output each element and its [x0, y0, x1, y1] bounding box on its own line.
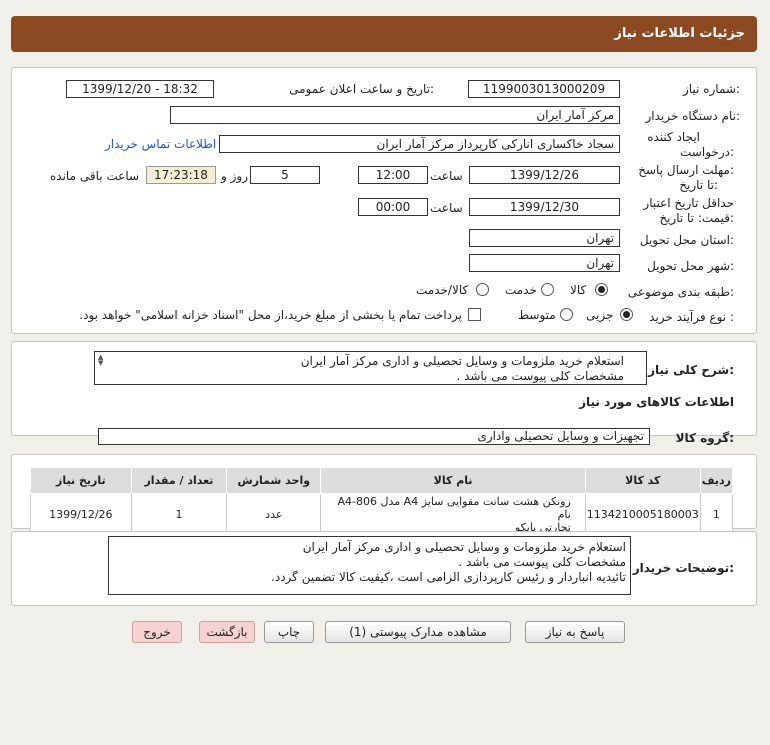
category-goods-label: کالا: [570, 283, 587, 297]
need-number-field: 1199003013000209: [468, 80, 620, 98]
row-code: 1134210005180003: [584, 493, 701, 536]
row-date: 1399/12/26: [30, 493, 132, 536]
goods-group-label: گروه کالا:: [675, 431, 734, 445]
remaining-time-label: ساعت باقی مانده: [50, 169, 140, 183]
row-name-line-1: زونکن هشت سانت مقوایی سایز A4 مدل A4-806…: [337, 495, 571, 521]
treasury-payment-note: پرداخت تمام یا بخشی از مبلغ خرید،از محل …: [79, 308, 462, 322]
reply-deadline-label: مهلت ارسال پاسخ:: [638, 163, 734, 177]
process-label: نوع فرآیند خرید :: [649, 310, 734, 324]
column-header-name: نام کالا: [320, 467, 586, 494]
city-label: شهر محل تحویل:: [647, 259, 734, 273]
buyer-notes-line-3: تائیدیه انباردار و رئیس کارپردازی الزامی…: [271, 570, 626, 584]
contact-info-link[interactable]: اطلاعات تماس خریدار: [105, 137, 216, 151]
buyer-org-field: مرکز آمار ایران: [170, 106, 620, 124]
column-header-code: کد کالا: [584, 467, 701, 494]
process-medium-radio[interactable]: [560, 308, 573, 321]
scroll-arrows-icon[interactable]: ▲ ▼: [98, 354, 103, 367]
reply-deadline-label-2: تا تاریخ:: [679, 178, 718, 192]
requester-field: سجاد خاکساری اناركی کارپرداز مرکز آمار ا…: [219, 135, 620, 153]
goods-group-field: تجهیزات و وسایل تحصیلی واداری: [98, 428, 650, 445]
description-textarea[interactable]: ▲ ▼ استعلام خرید ملزومات و وسایل تحصیلی و…: [94, 351, 647, 385]
category-goods-radio[interactable]: [595, 283, 608, 296]
table-row: 1 1134210005180003 زونکن هشت سانت مقوایی…: [30, 493, 734, 536]
price-validity-label: حداقل تاریخ اعتبار: [643, 196, 734, 210]
row-qty: 1: [130, 493, 228, 536]
buyer-org-label: نام دستگاه خریدار:: [645, 109, 741, 123]
reply-time-label: ساعت: [430, 169, 463, 183]
process-partial-label: جزیی: [586, 308, 614, 322]
category-goods-service-radio[interactable]: [476, 283, 489, 296]
goods-section-title: اطلاعات کالاهای مورد نیاز: [579, 395, 734, 409]
buyer-notes-line-2: مشخصات کلی پیوست می باشد .: [458, 555, 626, 569]
column-header-index: ردیف: [699, 467, 734, 494]
description-label: شرح کلی نیاز:: [648, 363, 734, 377]
province-field: تهران: [469, 229, 620, 247]
reply-button[interactable]: پاسخ به نیاز: [525, 621, 625, 643]
requester-label-1: ایجاد کننده: [647, 130, 700, 144]
process-medium-label: متوسط: [518, 308, 556, 322]
description-line-1: استعلام خرید ملزومات و وسایل تحصیلی و اد…: [300, 354, 624, 368]
validity-date-field: 1399/12/30: [469, 198, 620, 216]
row-unit: عدد: [226, 493, 322, 536]
process-partial-radio[interactable]: [620, 308, 633, 321]
row-name: زونکن هشت سانت مقوایی سایز A4 مدل A4-806…: [320, 493, 586, 536]
days-field: 5: [250, 166, 320, 184]
days-label: روز و: [221, 169, 248, 183]
city-field: تهران: [469, 254, 620, 272]
column-header-date: تاریخ نیاز: [30, 467, 132, 494]
back-button[interactable]: بازگشت: [199, 621, 255, 643]
treasury-payment-checkbox[interactable]: [468, 308, 481, 321]
description-line-2: مشخصات کلی پیوست می باشد .: [456, 369, 624, 383]
announce-datetime-label: تاریخ و ساعت اعلان عمومی:: [289, 82, 434, 96]
view-attachments-button[interactable]: مشاهده مدارک پیوستی (1): [325, 621, 511, 643]
reply-date-field: 1399/12/26: [469, 166, 620, 184]
buyer-notes-line-1: استعلام خرید ملزومات و وسایل تحصیلی و اد…: [302, 540, 626, 554]
category-service-radio[interactable]: [541, 283, 554, 296]
column-header-qty: تعداد / مقدار: [130, 467, 228, 494]
price-validity-label-2: قیمت: تا تاریخ:: [659, 211, 734, 225]
requester-label-2: درخواست:: [680, 145, 734, 159]
column-header-unit: واحد شمارش: [226, 467, 322, 494]
category-service-label: خدمت: [505, 283, 537, 297]
category-label: طبقه بندی موضوعی:: [627, 285, 734, 299]
announce-datetime-field: 1399/12/20 - 18:32: [66, 80, 214, 98]
exit-button[interactable]: خروج: [132, 621, 182, 643]
province-label: استان محل تحویل:: [639, 233, 734, 247]
need-number-label: شماره نیاز:: [682, 82, 740, 96]
buyer-notes-label: توضیحات خریدار:: [632, 561, 734, 575]
category-goods-service-label: کالا/خدمت: [416, 283, 469, 297]
page-title: جزئیات اطلاعات نیاز: [614, 26, 745, 41]
page-header: جزئیات اطلاعات نیاز: [11, 16, 757, 52]
remaining-time-field: 17:23:18: [146, 166, 216, 184]
goods-table-header-row: ردیف کد کالا نام کالا واحد شمارش تعداد /…: [30, 467, 734, 494]
validity-time-label: ساعت: [430, 201, 463, 215]
row-index: 1: [699, 493, 734, 536]
validity-time-field: 00:00: [358, 198, 428, 216]
goods-table: ردیف کد کالا نام کالا واحد شمارش تعداد /…: [30, 467, 734, 536]
print-button[interactable]: چاپ: [264, 621, 314, 643]
reply-time-field: 12:00: [358, 166, 428, 184]
buyer-notes-box: استعلام خرید ملزومات و وسایل تحصیلی و اد…: [108, 536, 631, 595]
